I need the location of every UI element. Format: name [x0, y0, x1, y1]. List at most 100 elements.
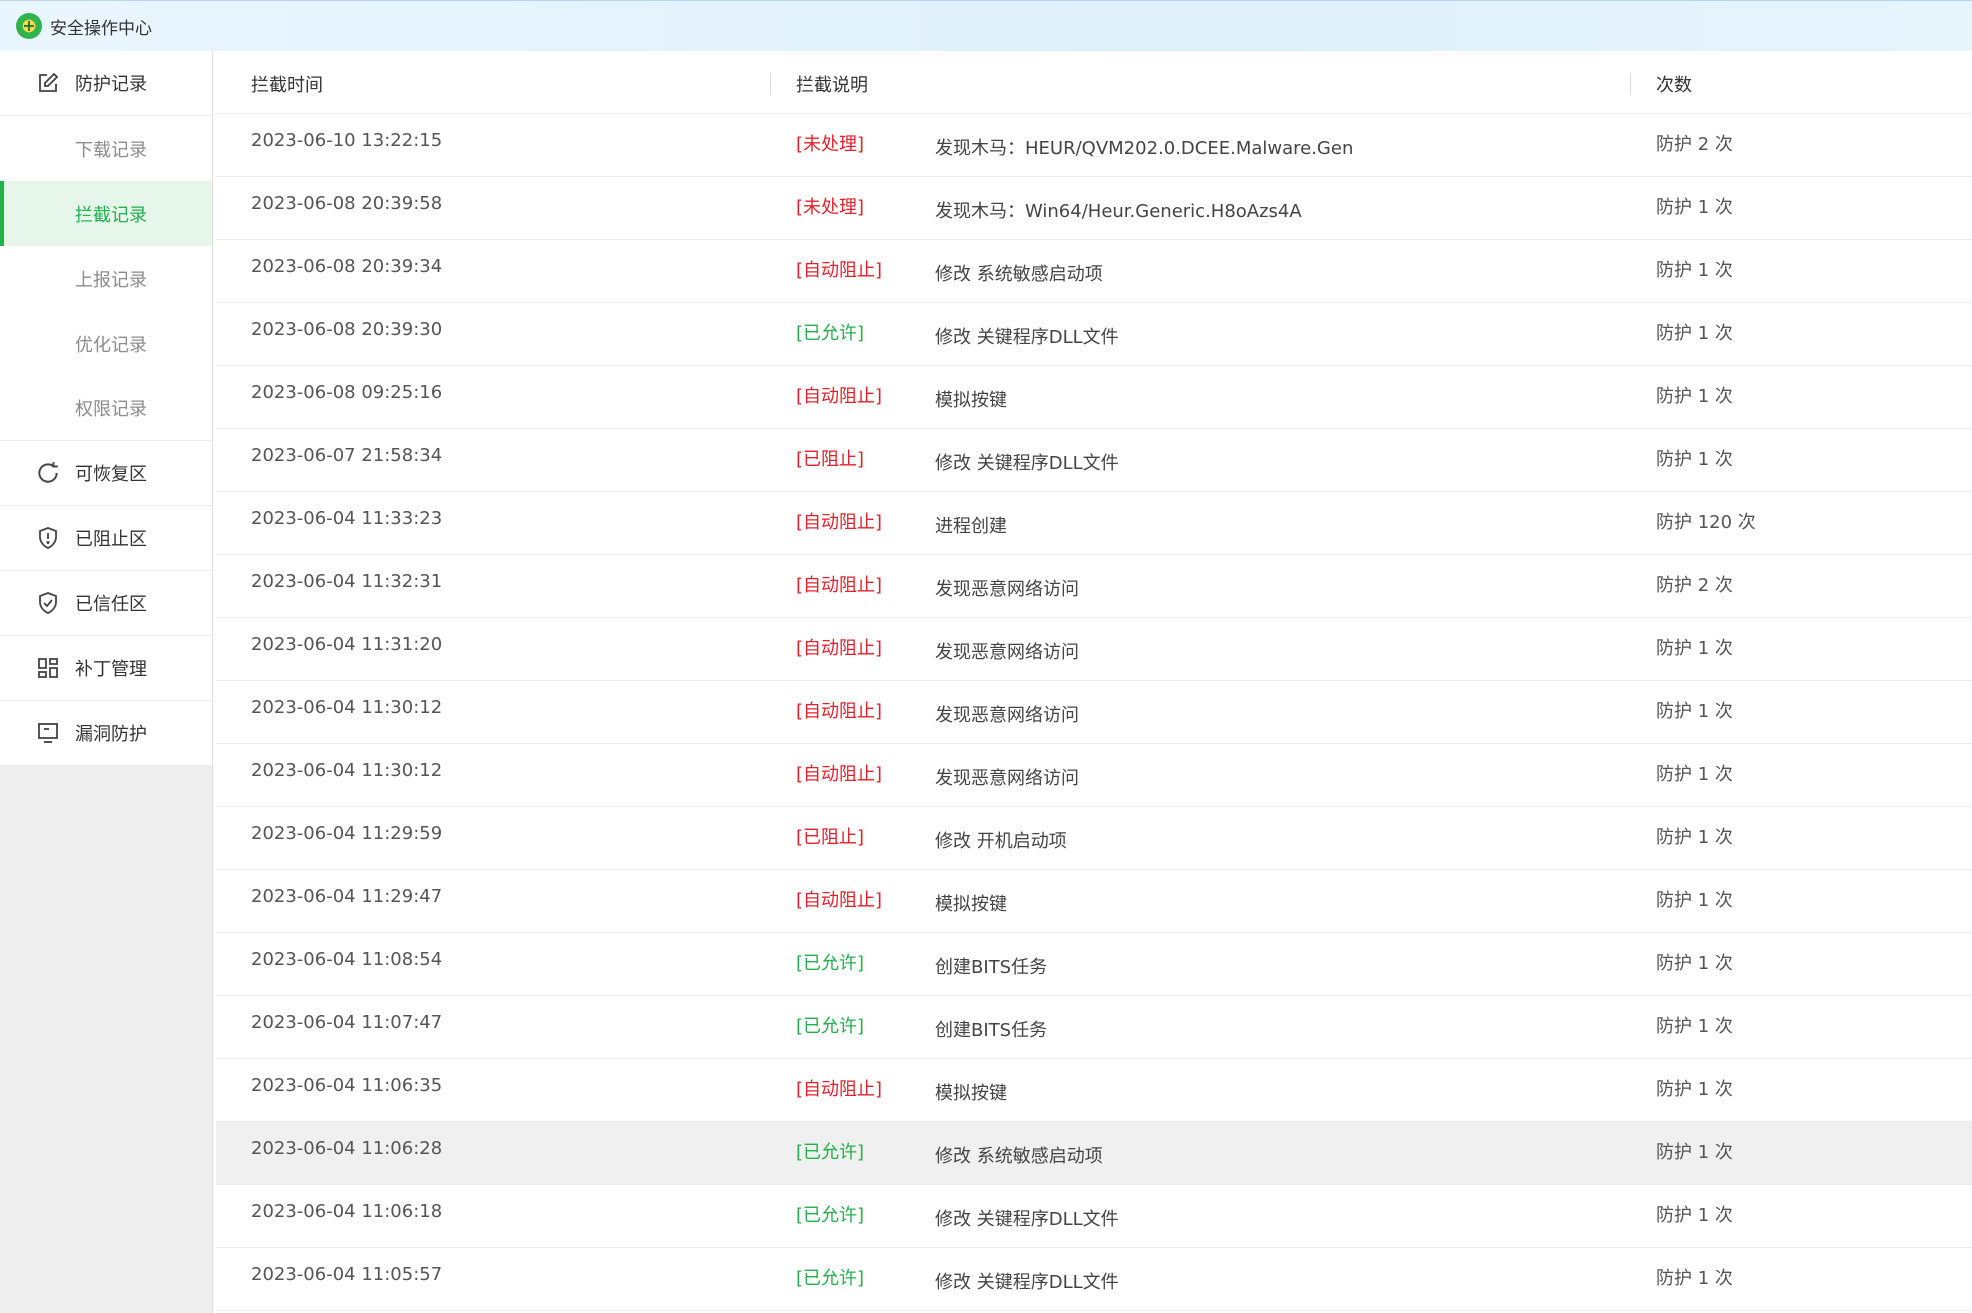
cell-status: [已允许]: [796, 953, 865, 974]
cell-status: [已允许]: [796, 1268, 865, 1289]
cell-desc: 模拟按键: [935, 1083, 1007, 1104]
cell-time: 2023-06-04 11:32:31: [251, 571, 443, 592]
table-row[interactable]: 2023-06-04 11:29:47 [自动阻止] 模拟按键 防护 1 次: [216, 870, 1972, 933]
sidebar-item-1[interactable]: 下载记录: [0, 116, 212, 181]
cell-count: 防护 1 次: [1656, 1079, 1733, 1100]
cell-status: [已阻止]: [796, 827, 865, 848]
cell-count: 防护 1 次: [1656, 449, 1733, 470]
sidebar-item-5[interactable]: 权限记录: [0, 376, 212, 441]
table-row[interactable]: 2023-06-04 11:32:31 [自动阻止] 发现恶意网络访问 防护 2 次: [216, 555, 1972, 618]
table-row[interactable]: 2023-06-04 11:33:23 [自动阻止] 进程创建 防护 120 次: [216, 492, 1972, 555]
table-row[interactable]: 2023-06-07 21:58:34 [已阻止] 修改 关键程序DLL文件 防护 1…: [216, 429, 1972, 492]
table-row[interactable]: 2023-06-10 13:22:15 [未处理] 发现木马：HEUR/QVM202…: [216, 114, 1972, 177]
cell-time: 2023-06-04 11:06:18: [251, 1201, 443, 1222]
cell-status: [自动阻止]: [796, 638, 883, 659]
sidebar-item-7[interactable]: 已阻止区: [0, 506, 212, 571]
sidebar-item-9[interactable]: 补丁管理: [0, 636, 212, 701]
cell-desc: 修改 关键程序DLL文件: [935, 453, 1119, 474]
cell-desc: 模拟按键: [935, 390, 1007, 411]
column-header-count[interactable]: 次数: [1656, 71, 1692, 97]
cell-desc: 创建BITS任务: [935, 1020, 1048, 1041]
sidebar: 防护记录下载记录拦截记录上报记录优化记录权限记录可恢复区已阻止区已信任区补丁管理…: [0, 51, 213, 1313]
sidebar-item-label: 下载记录: [75, 139, 147, 161]
shield-check-icon: [35, 590, 61, 616]
cell-time: 2023-06-04 11:29:47: [251, 886, 443, 907]
table-row[interactable]: 2023-06-04 11:08:54 [已允许] 创建BITS任务 防护 1 次: [216, 933, 1972, 996]
cell-time: 2023-06-08 20:39:58: [251, 193, 443, 214]
cell-time: 2023-06-08 20:39:30: [251, 319, 443, 340]
cell-time: 2023-06-04 11:08:54: [251, 949, 443, 970]
sidebar-item-label: 拦截记录: [75, 204, 147, 226]
sidebar-item-label: 已信任区: [75, 594, 147, 615]
table-row[interactable]: 2023-06-04 11:29:59 [已阻止] 修改 开机启动项 防护 1 次: [216, 807, 1972, 870]
cell-desc: 发现恶意网络访问: [935, 579, 1079, 600]
cell-time: 2023-06-10 13:22:15: [251, 130, 443, 151]
table-row[interactable]: 2023-06-08 20:39:34 [自动阻止] 修改 系统敏感启动项 防护 1 …: [216, 240, 1972, 303]
table-header: 拦截时间 拦截说明 次数: [216, 51, 1972, 114]
cell-time: 2023-06-07 21:58:34: [251, 445, 443, 466]
cell-desc: 发现恶意网络访问: [935, 642, 1079, 663]
table-row[interactable]: 2023-06-04 11:06:28 [已允许] 修改 系统敏感启动项 防护 1 次: [216, 1122, 1972, 1185]
table-row[interactable]: 2023-06-04 11:07:47 [已允许] 创建BITS任务 防护 1 次: [216, 996, 1972, 1059]
sidebar-item-0[interactable]: 防护记录: [0, 51, 212, 116]
cell-status: [已允许]: [796, 1205, 865, 1226]
cell-desc: 修改 系统敏感启动项: [935, 1146, 1103, 1167]
cell-desc: 模拟按键: [935, 894, 1007, 915]
cell-desc: 修改 关键程序DLL文件: [935, 327, 1119, 348]
cell-time: 2023-06-04 11:30:12: [251, 697, 443, 718]
cell-status: [自动阻止]: [796, 701, 883, 722]
cell-time: 2023-06-04 11:31:20: [251, 634, 443, 655]
table-row[interactable]: 2023-06-04 11:30:12 [自动阻止] 发现恶意网络访问 防护 1 次: [216, 744, 1972, 807]
cell-status: [已允许]: [796, 1142, 865, 1163]
cell-count: 防护 1 次: [1656, 1268, 1733, 1289]
cell-desc: 发现木马：HEUR/QVM202.0.DCEE.Malware.Gen: [935, 138, 1354, 159]
cell-desc: 发现木马：Win64/Heur.Generic.H8oAzs4A: [935, 201, 1302, 222]
cell-status: [自动阻止]: [796, 764, 883, 785]
sidebar-item-label: 权限记录: [75, 399, 147, 420]
cell-time: 2023-06-04 11:30:12: [251, 760, 443, 781]
column-header-desc[interactable]: 拦截说明: [796, 71, 868, 97]
cell-count: 防护 1 次: [1656, 953, 1733, 974]
cell-count: 防护 1 次: [1656, 323, 1733, 344]
cell-status: [自动阻止]: [796, 260, 883, 281]
cell-status: [已允许]: [796, 323, 865, 344]
cell-count: 防护 1 次: [1656, 890, 1733, 911]
cell-count: 防护 1 次: [1656, 260, 1733, 281]
cell-time: 2023-06-08 09:25:16: [251, 382, 443, 403]
table-row[interactable]: 2023-06-04 11:06:35 [自动阻止] 模拟按键 防护 1 次: [216, 1059, 1972, 1122]
sidebar-item-label: 可恢复区: [75, 464, 147, 485]
table-row[interactable]: 2023-06-04 11:06:18 [已允许] 修改 关键程序DLL文件 防护 1…: [216, 1185, 1972, 1248]
sidebar-item-8[interactable]: 已信任区: [0, 571, 212, 636]
column-divider[interactable]: [1630, 73, 1631, 95]
cell-status: [自动阻止]: [796, 575, 883, 596]
cell-desc: 发现恶意网络访问: [935, 768, 1079, 789]
cell-desc: 修改 系统敏感启动项: [935, 264, 1103, 285]
column-divider[interactable]: [770, 73, 771, 95]
cell-status: [自动阻止]: [796, 386, 883, 407]
sidebar-item-4[interactable]: 优化记录: [0, 311, 212, 376]
table-row[interactable]: 2023-06-08 20:39:58 [未处理] 发现木马：Win64/Heur.…: [216, 177, 1972, 240]
table-row[interactable]: 2023-06-08 20:39:30 [已允许] 修改 关键程序DLL文件 防护 1…: [216, 303, 1972, 366]
sidebar-item-label: 防护记录: [75, 74, 147, 95]
cell-time: 2023-06-04 11:33:23: [251, 508, 443, 529]
column-header-time[interactable]: 拦截时间: [251, 71, 323, 97]
cell-time: 2023-06-04 11:06:35: [251, 1075, 443, 1096]
sidebar-item-6[interactable]: 可恢复区: [0, 441, 212, 506]
cell-status: [自动阻止]: [796, 1079, 883, 1100]
title-bar: + 安全操作中心: [0, 0, 1972, 51]
cell-count: 防护 120 次: [1656, 512, 1756, 533]
table-row[interactable]: 2023-06-04 11:31:20 [自动阻止] 发现恶意网络访问 防护 1 次: [216, 618, 1972, 681]
app-logo-icon: +: [16, 13, 42, 39]
sidebar-item-label: 上报记录: [75, 269, 147, 291]
cell-status: [已允许]: [796, 1016, 865, 1037]
cell-desc: 创建BITS任务: [935, 957, 1048, 978]
table-row[interactable]: 2023-06-04 11:05:57 [已允许] 修改 关键程序DLL文件 防护 1…: [216, 1248, 1972, 1311]
cell-desc: 进程创建: [935, 516, 1007, 537]
cell-status: [自动阻止]: [796, 512, 883, 533]
table-row[interactable]: 2023-06-08 09:25:16 [自动阻止] 模拟按键 防护 1 次: [216, 366, 1972, 429]
sidebar-item-10[interactable]: 漏洞防护: [0, 701, 212, 766]
sidebar-item-2[interactable]: 拦截记录: [0, 181, 212, 246]
table-row[interactable]: 2023-06-04 11:30:12 [自动阻止] 发现恶意网络访问 防护 1 次: [216, 681, 1972, 744]
restore-icon: [35, 460, 61, 486]
sidebar-item-3[interactable]: 上报记录: [0, 246, 212, 311]
